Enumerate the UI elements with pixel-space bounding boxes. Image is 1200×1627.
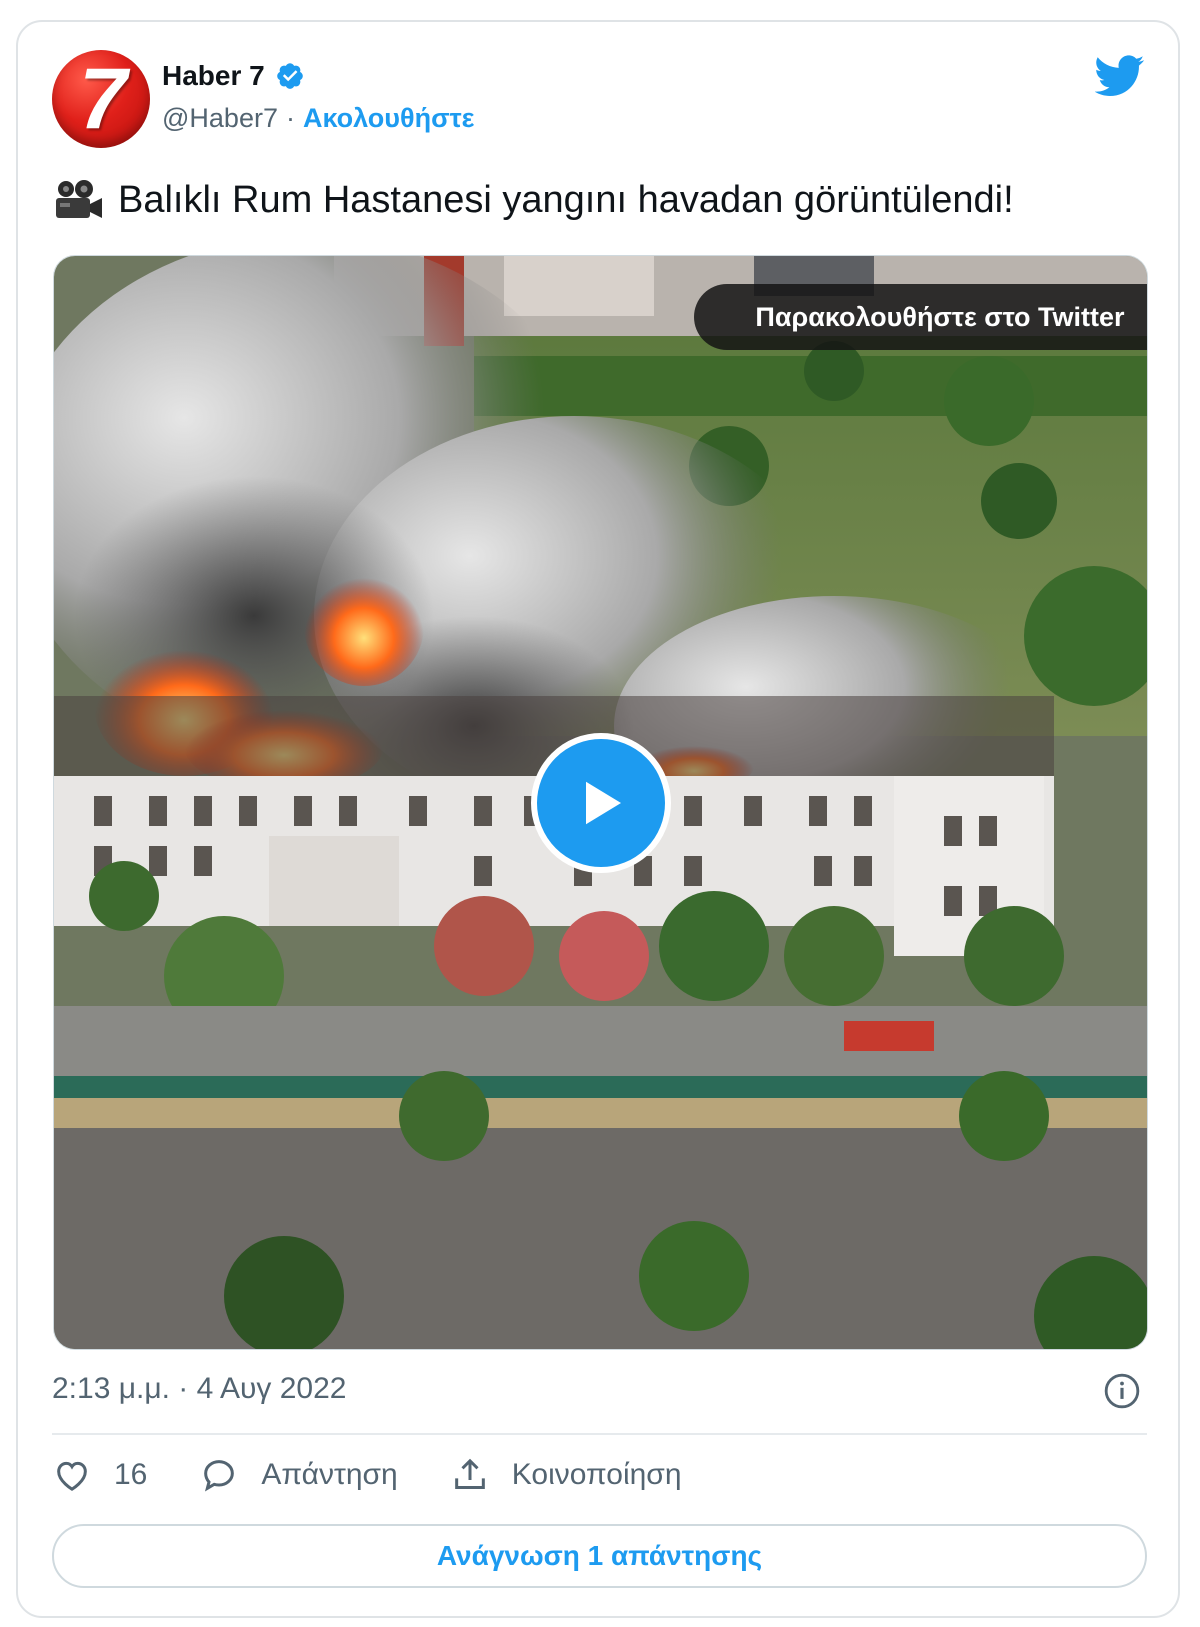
share-button[interactable]: Κοινοποίηση [450, 1455, 682, 1495]
like-button[interactable]: 16 [52, 1455, 147, 1495]
twitter-bird-icon[interactable] [1095, 55, 1145, 97]
tweet-actions: 16 Απάντηση Κοινοποίηση [52, 1455, 734, 1495]
play-icon [586, 781, 621, 825]
heart-icon [57, 1461, 87, 1491]
play-button[interactable] [531, 733, 671, 873]
avatar-logo-text: 7 [79, 50, 127, 147]
info-icon[interactable] [1103, 1372, 1141, 1410]
author-name-row: Haber 7 [162, 60, 305, 92]
like-count: 16 [114, 1458, 148, 1491]
reply-button[interactable]: Απάντηση [199, 1455, 398, 1495]
video-media[interactable]: Παρακολουθήστε στο Twitter [53, 255, 1148, 1350]
divider [52, 1433, 1147, 1435]
verified-badge-icon [276, 63, 303, 89]
read-replies-button[interactable]: Ανάγνωση 1 απάντησης [52, 1524, 1147, 1588]
tweet-text: Balıklı Rum Hastanesi yangını havadan gö… [118, 178, 1014, 221]
tweet-timestamp[interactable]: 2:13 μ.μ. · 4 Αυγ 2022 [52, 1372, 346, 1406]
author-handle-row: @Haber7 · Ακολουθήστε [162, 103, 474, 134]
movie-camera-icon [56, 180, 102, 218]
watch-on-twitter-button[interactable]: Παρακολουθήστε στο Twitter [694, 284, 1147, 350]
reply-label: Απάντηση [261, 1458, 398, 1491]
tweet-text-row: Balıklı Rum Hastanesi yangını havadan gö… [52, 178, 1014, 222]
avatar[interactable]: 7 [52, 50, 150, 148]
share-upload-icon [454, 1458, 485, 1489]
follow-link[interactable]: Ακολουθήστε [303, 103, 474, 134]
author-handle[interactable]: @Haber7 [162, 103, 278, 134]
reply-bubble-icon [204, 1460, 235, 1492]
share-label: Κοινοποίηση [511, 1458, 682, 1491]
author-name[interactable]: Haber 7 [162, 60, 265, 92]
separator-dot: · [285, 103, 295, 133]
